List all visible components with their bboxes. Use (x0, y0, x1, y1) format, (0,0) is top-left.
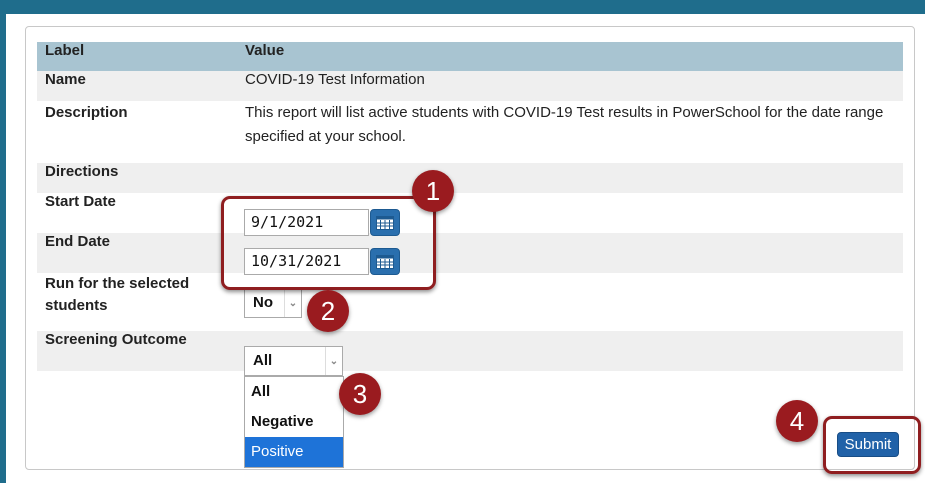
name-label: Name (37, 71, 237, 101)
table-row-directions: Directions (37, 163, 903, 193)
dropdown-option-negative[interactable]: Negative (245, 407, 343, 437)
screening-outcome-value: All (253, 352, 273, 369)
screening-outcome-dropdown: All Negative Positive (244, 376, 344, 468)
name-value: COVID-19 Test Information (237, 71, 903, 101)
screening-outcome-select[interactable]: All ⌄ (244, 346, 343, 376)
run-selected-label: Run for the selected students (45, 275, 190, 314)
window-frame-left (0, 0, 6, 483)
start-date-label: Start Date (45, 193, 116, 210)
description-value: This report will list active students wi… (245, 104, 884, 145)
column-header-label: Label (37, 42, 237, 71)
callout-highlight-dates (221, 196, 436, 290)
table-header-row: Label Value (37, 42, 903, 71)
step-badge-2: 2 (307, 290, 349, 332)
screening-outcome-label: Screening Outcome (37, 331, 237, 371)
table-row-run-selected: Run for the selected students (37, 273, 903, 331)
chevron-down-icon: ⌄ (284, 289, 301, 317)
step-badge-1: 1 (412, 170, 454, 212)
window-frame-top (0, 0, 925, 14)
table-row-description: Description This report will list active… (37, 101, 903, 163)
table-row-end-date: End Date (37, 233, 903, 273)
step-badge-3: 3 (339, 373, 381, 415)
directions-label: Directions (37, 163, 237, 193)
step-badge-4: 4 (776, 400, 818, 442)
dropdown-option-all[interactable]: All (245, 377, 343, 407)
report-parameters-table: Label Value Name COVID-19 Test Informati… (37, 42, 903, 371)
chevron-down-icon: ⌄ (325, 347, 342, 375)
dropdown-option-positive[interactable]: Positive (245, 437, 343, 467)
run-selected-select[interactable]: No ⌄ (244, 288, 302, 318)
table-row-name: Name COVID-19 Test Information (37, 71, 903, 101)
run-selected-value: No (253, 294, 273, 311)
directions-value (237, 163, 903, 193)
column-header-value: Value (237, 42, 903, 71)
description-label: Description (45, 104, 128, 121)
end-date-label: End Date (37, 233, 237, 273)
callout-highlight-submit (823, 416, 921, 474)
table-row-start-date: Start Date (37, 193, 903, 233)
table-row-screening-outcome: Screening Outcome (37, 331, 903, 371)
